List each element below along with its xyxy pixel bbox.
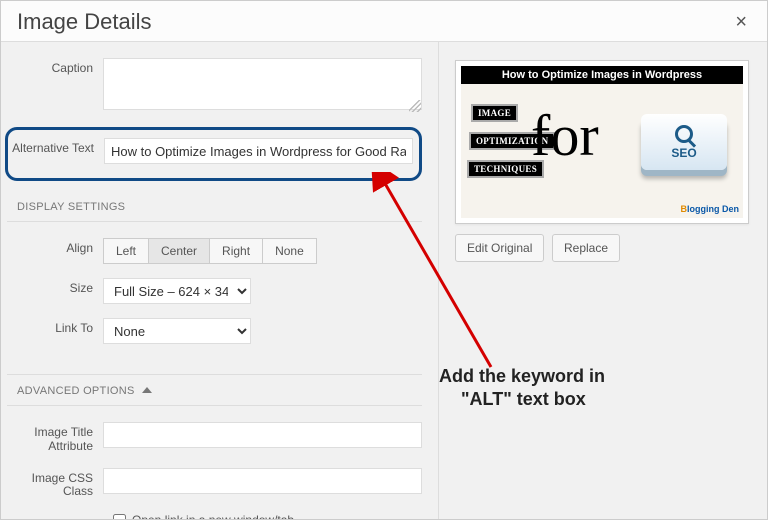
align-center-button[interactable]: Center xyxy=(148,238,210,264)
size-select[interactable]: Full Size – 624 × 346 xyxy=(103,278,251,304)
alt-text-highlight: Alternative Text xyxy=(5,127,422,181)
link-to-row: Link To None xyxy=(7,318,422,344)
align-left-button[interactable]: Left xyxy=(103,238,149,264)
link-to-select[interactable]: None xyxy=(103,318,251,344)
seo-key-icon: SEO xyxy=(641,114,727,170)
open-new-tab-checkbox[interactable] xyxy=(113,514,126,519)
preview-banner-text: How to Optimize Images in Wordpress xyxy=(461,66,743,84)
advanced-options-toggle[interactable]: ADVANCED OPTIONS xyxy=(7,374,422,406)
align-row: Align Left Center Right None xyxy=(7,238,422,264)
image-css-row: Image CSS Class xyxy=(7,468,422,500)
display-settings-heading: DISPLAY SETTINGS xyxy=(7,201,422,222)
modal-title: Image Details xyxy=(17,9,152,35)
annotation-line-1: Add the keyword in xyxy=(439,365,739,388)
close-icon[interactable]: × xyxy=(731,11,751,34)
annotation-line-2: "ALT" text box xyxy=(439,388,739,411)
open-new-tab-row: Open link in a new window/tab xyxy=(113,513,422,519)
seo-key-label: SEO xyxy=(671,146,696,160)
image-title-label: Image Title Attribute xyxy=(7,422,103,454)
resize-grip-icon[interactable] xyxy=(409,100,421,112)
modal-body: Caption Alternative Text DISPLAY SETTING… xyxy=(1,42,767,519)
replace-button[interactable]: Replace xyxy=(552,234,620,262)
align-right-button[interactable]: Right xyxy=(209,238,263,264)
caption-label: Caption xyxy=(7,58,103,76)
preview-script-f: for xyxy=(531,102,599,169)
image-preview: How to Optimize Images in Wordpress IMAG… xyxy=(455,60,749,224)
alt-text-input[interactable] xyxy=(104,138,413,164)
settings-column: Caption Alternative Text DISPLAY SETTING… xyxy=(1,42,439,519)
image-css-input[interactable] xyxy=(103,468,422,494)
size-label: Size xyxy=(7,278,103,296)
image-title-row: Image Title Attribute xyxy=(7,422,422,454)
alt-text-label: Alternative Text xyxy=(8,138,104,156)
align-button-group: Left Center Right None xyxy=(103,238,317,264)
modal-header: Image Details × xyxy=(1,1,767,42)
magnifier-icon xyxy=(675,125,693,143)
image-details-modal: Image Details × Caption Alternative Text xyxy=(0,0,768,520)
image-css-label: Image CSS Class xyxy=(7,468,103,500)
edit-original-button[interactable]: Edit Original xyxy=(455,234,544,262)
align-none-button[interactable]: None xyxy=(262,238,317,264)
preview-cap-1: IMAGE xyxy=(471,104,518,122)
size-row: Size Full Size – 624 × 346 xyxy=(7,278,422,304)
preview-column: How to Optimize Images in Wordpress IMAG… xyxy=(439,42,767,519)
preview-actions: Edit Original Replace xyxy=(455,234,751,262)
blogging-den-logo: Blogging Den xyxy=(680,204,739,214)
chevron-up-icon xyxy=(142,387,152,393)
caption-row: Caption xyxy=(7,58,422,113)
image-title-input[interactable] xyxy=(103,422,422,448)
advanced-options-label: ADVANCED OPTIONS xyxy=(17,385,135,397)
caption-input[interactable] xyxy=(103,58,422,110)
open-new-tab-label: Open link in a new window/tab xyxy=(132,513,294,519)
annotation-text: Add the keyword in "ALT" text box xyxy=(439,365,739,410)
align-label: Align xyxy=(7,238,103,256)
link-to-label: Link To xyxy=(7,318,103,336)
